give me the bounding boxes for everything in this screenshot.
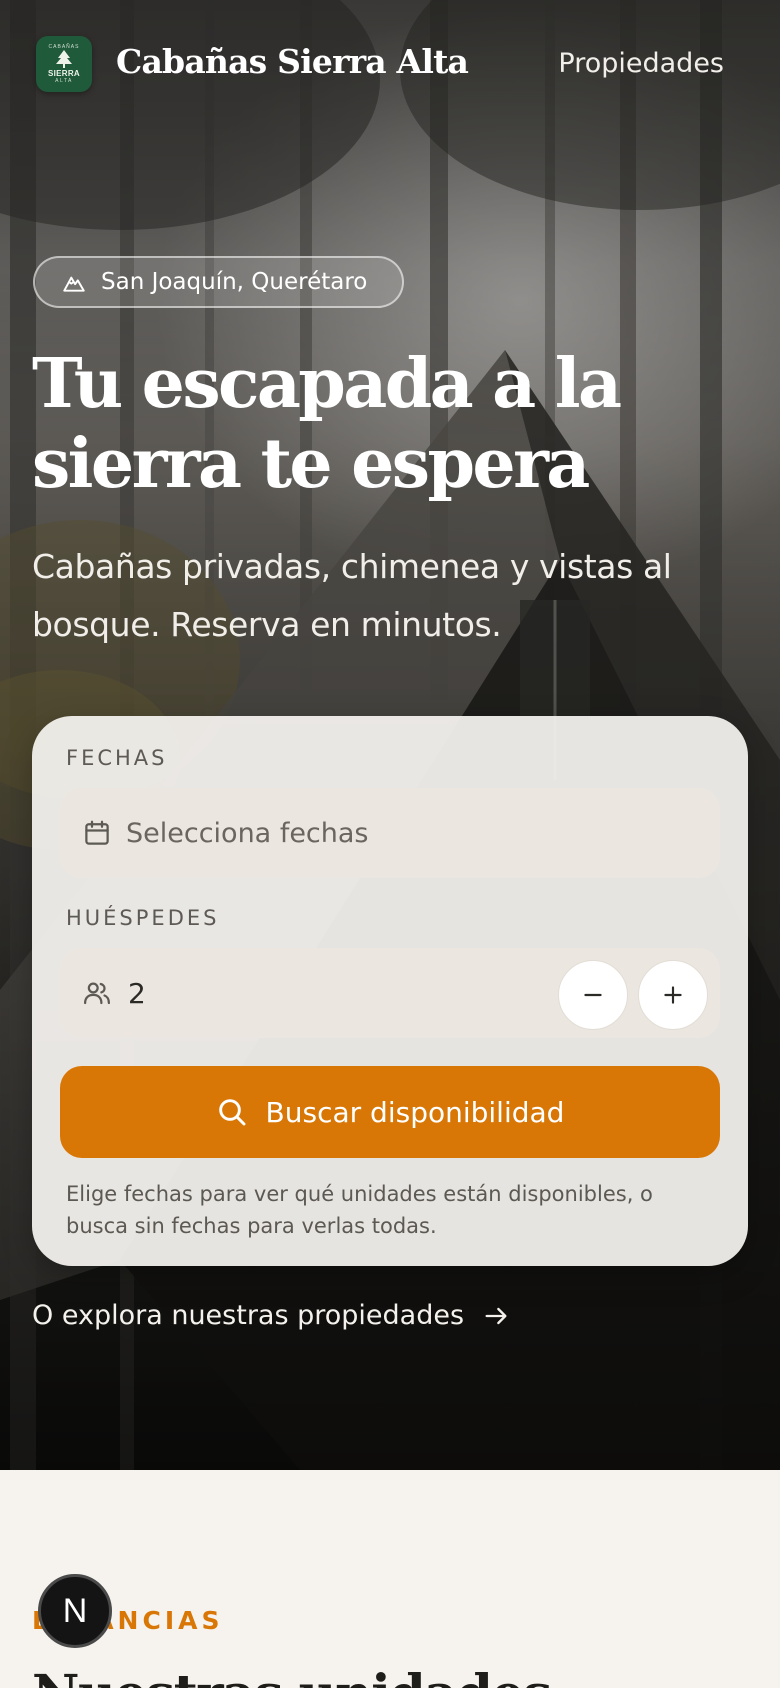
- guests-decrement-button[interactable]: [558, 960, 628, 1030]
- explore-link-label: O explora nuestras propiedades: [32, 1300, 465, 1331]
- dates-label: FECHAS: [66, 746, 168, 770]
- pine-tree-icon: [56, 50, 72, 68]
- dev-tools-badge[interactable]: N: [38, 1574, 112, 1648]
- hero-headline-line1: Tu escapada a la: [32, 344, 622, 424]
- search-availability-button[interactable]: Buscar disponibilidad: [60, 1066, 720, 1158]
- explore-properties-link[interactable]: O explora nuestras propiedades: [32, 1300, 510, 1331]
- dates-placeholder: Selecciona fechas: [126, 817, 369, 849]
- location-chip-label: San Joaquín, Querétaro: [101, 269, 368, 295]
- guests-count: 2: [128, 976, 146, 1010]
- arrow-right-icon: [485, 1307, 507, 1324]
- logo-bottom-text: ALTA: [55, 78, 73, 84]
- minus-icon: [584, 993, 602, 997]
- hero-headline: Tu escapada a la sierra te espera: [32, 344, 732, 504]
- location-chip: San Joaquín, Querétaro: [33, 256, 404, 308]
- calendar-icon: [85, 820, 109, 845]
- section-title: Nuestras unidades: [32, 1664, 552, 1688]
- brand-logo[interactable]: CABAÑAS SIERRA ALTA: [36, 36, 92, 92]
- guests-increment-button[interactable]: [638, 960, 708, 1030]
- logo-main-text: SIERRA: [47, 69, 81, 78]
- mountain-icon: [63, 276, 85, 292]
- search-button-label: Buscar disponibilidad: [265, 1095, 565, 1129]
- hero-headline-line2: sierra te espera: [32, 424, 590, 504]
- users-icon: [84, 982, 110, 1005]
- dates-field[interactable]: Selecciona fechas: [60, 788, 720, 878]
- search-hint: Elige fechas para ver qué unidades están…: [66, 1182, 653, 1238]
- brand-name[interactable]: Cabañas Sierra Alta: [116, 42, 469, 81]
- hero-subheadline: Cabañas privadas, chimenea y vistas al b…: [32, 547, 672, 644]
- search-icon: [218, 1099, 246, 1126]
- logo-top-text: CABAÑAS: [48, 44, 80, 50]
- guests-field: 2: [60, 948, 720, 1038]
- search-card: FECHAS Selecciona fechas HUÉSPEDES 2 Bus…: [32, 716, 748, 1266]
- nav-link-propiedades[interactable]: Propiedades: [558, 48, 724, 79]
- site-header: CABAÑAS SIERRA ALTA Cabañas Sierra Alta …: [0, 0, 780, 130]
- plus-icon: [664, 986, 682, 1004]
- guests-label: HUÉSPEDES: [66, 906, 220, 930]
